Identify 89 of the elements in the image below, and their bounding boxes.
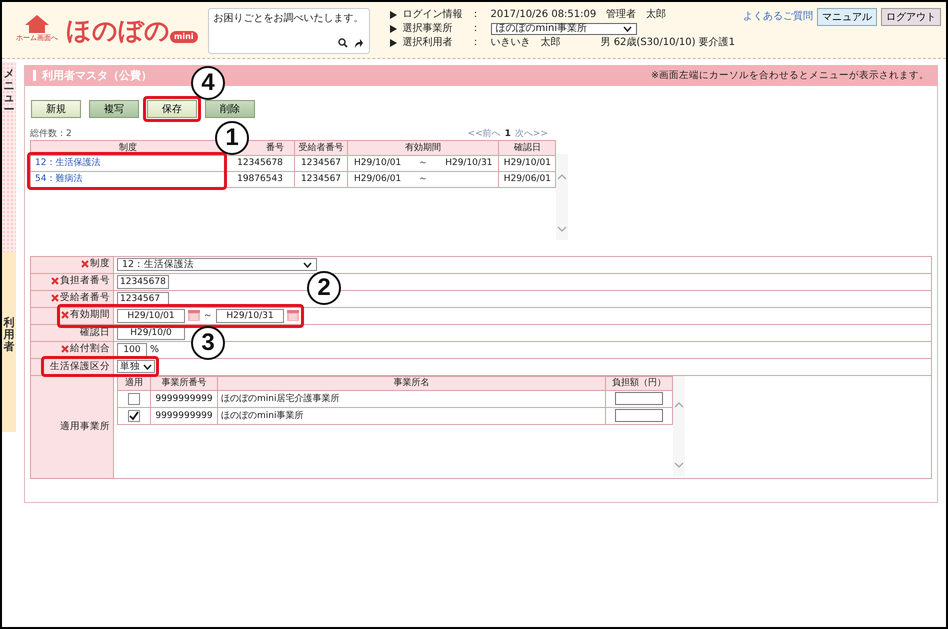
table-cell: H29/10/31 (439, 155, 499, 172)
input-field[interactable]: H29/10/01 (117, 308, 185, 323)
page-title: 利用者マスタ（公費） (42, 68, 152, 82)
bullet-icon (390, 10, 397, 18)
table-cell: H29/06/01 (498, 171, 556, 188)
chevron-up-icon[interactable] (674, 402, 684, 408)
colon: ： (470, 36, 482, 48)
column-header: 受給者番号 (298, 142, 344, 153)
table-cell: 1234567 (294, 155, 348, 172)
amount-field[interactable] (615, 392, 663, 406)
table-cell: H29/06/01 (348, 171, 408, 188)
chevron-down-icon (143, 364, 152, 370)
chevron-up-icon[interactable] (557, 174, 568, 180)
amount-field[interactable] (615, 409, 663, 422)
user-details: 男 62歳(S30/10/10) 要介護1 (600, 36, 736, 48)
column-header: 適用 (125, 378, 143, 388)
info-value: いきいき 太郎 (490, 36, 561, 48)
table-cell: H29/10/01 (498, 155, 556, 172)
highlight-frame (143, 96, 201, 122)
info-label: ログイン情報 (402, 8, 464, 20)
info-value: 2017/10/26 08:51:09 管理者 太郎 (490, 8, 666, 20)
column-header: 確認日 (514, 142, 541, 153)
chevron-down-icon (303, 262, 312, 268)
field-label: 確認日 (80, 326, 110, 339)
field-label: 負担者番号 (60, 274, 110, 287)
input-field[interactable]: 12345678 (117, 274, 169, 289)
range-separator: ～ (203, 310, 213, 322)
table-cell: ～ (407, 171, 440, 188)
table-cell: 1234567 (294, 171, 348, 188)
action-button[interactable]: 保存 (147, 100, 197, 118)
table-cell: 9999999999 (150, 407, 218, 424)
table-cell: 12345678 (226, 155, 294, 172)
table-cell: ～ (407, 155, 440, 172)
calendar-icon[interactable] (287, 310, 299, 322)
bullet-icon (390, 24, 397, 32)
chevron-down-icon[interactable] (674, 462, 684, 468)
info-label: 選択事業所 (402, 22, 454, 34)
bullet-icon (390, 38, 397, 46)
input-field[interactable]: H29/10/31 (216, 308, 284, 323)
office-select[interactable]: ほのぼのmini事業所 (490, 22, 637, 34)
checkbox[interactable] (128, 410, 140, 422)
scroll-bar[interactable] (673, 376, 685, 476)
input-field[interactable]: 100 (117, 342, 147, 357)
column-header: 有効期間 (405, 142, 442, 153)
table-cell: ほのぼのmini居宅介護事業所 (218, 390, 606, 408)
table-cell: ほのぼのmini事業所 (218, 407, 606, 424)
chevron-down-icon[interactable] (557, 226, 568, 232)
house-icon (24, 14, 50, 34)
select-field[interactable]: 単独 (117, 360, 155, 374)
logo: ほのぼの mini (66, 18, 198, 43)
search-icon[interactable] (338, 38, 348, 48)
field-label: 制度 (90, 258, 110, 270)
manual-button[interactable]: マニュアル (817, 8, 878, 26)
table-cell: 9999999999 (150, 390, 218, 408)
hint-text: ※画面左端にカーソルを合わせるとメニューが表示されます。 (651, 70, 929, 82)
callout-badge: 1 (215, 121, 249, 156)
calendar-icon[interactable] (188, 310, 200, 322)
field-label: 適用事業所 (60, 420, 110, 432)
column-header: 事業所番号 (162, 378, 206, 388)
column-header: 事業所名 (394, 378, 430, 388)
total-count: 総件数：2 (30, 129, 72, 140)
logout-button[interactable]: ログアウト (881, 8, 942, 26)
scroll-bar[interactable] (556, 154, 568, 240)
table-cell: H29/10/01 (348, 155, 408, 172)
unit-label: % (150, 344, 160, 356)
info-label: 選択利用者 (402, 36, 454, 48)
select-field[interactable]: 12：生活保護法 (117, 258, 317, 272)
side-tab[interactable]: メニュー (2, 62, 16, 252)
column-header: 制度 (119, 142, 137, 153)
colon: ： (470, 22, 482, 34)
page-number: 1 (504, 129, 511, 140)
input-field[interactable]: 1234567 (117, 292, 169, 306)
action-button[interactable]: 新規 (31, 100, 81, 118)
colon: ： (470, 8, 482, 20)
redo-arrow-icon[interactable] (352, 38, 364, 49)
side-tab[interactable]: 利用者 (2, 252, 16, 432)
checkbox[interactable] (128, 392, 140, 405)
field-label: 給付割合 (70, 342, 110, 355)
field-label: 生活保護区分 (50, 360, 110, 373)
field-label: 受給者番号 (60, 292, 110, 304)
column-header: 番号 (266, 142, 284, 153)
input-field[interactable]: H29/10/0 (117, 326, 185, 340)
chevron-down-icon (622, 26, 632, 32)
faq-link[interactable]: よくあるご質問 (743, 11, 814, 23)
column-header: 負担額（円） (612, 378, 666, 388)
search-field[interactable]: お困りごとをお調べいたします。 (208, 8, 370, 54)
field-label: 有効期間 (70, 308, 110, 321)
scheme-link[interactable]: 54：難病法 (35, 174, 82, 184)
table-cell: 19876543 (226, 171, 294, 188)
